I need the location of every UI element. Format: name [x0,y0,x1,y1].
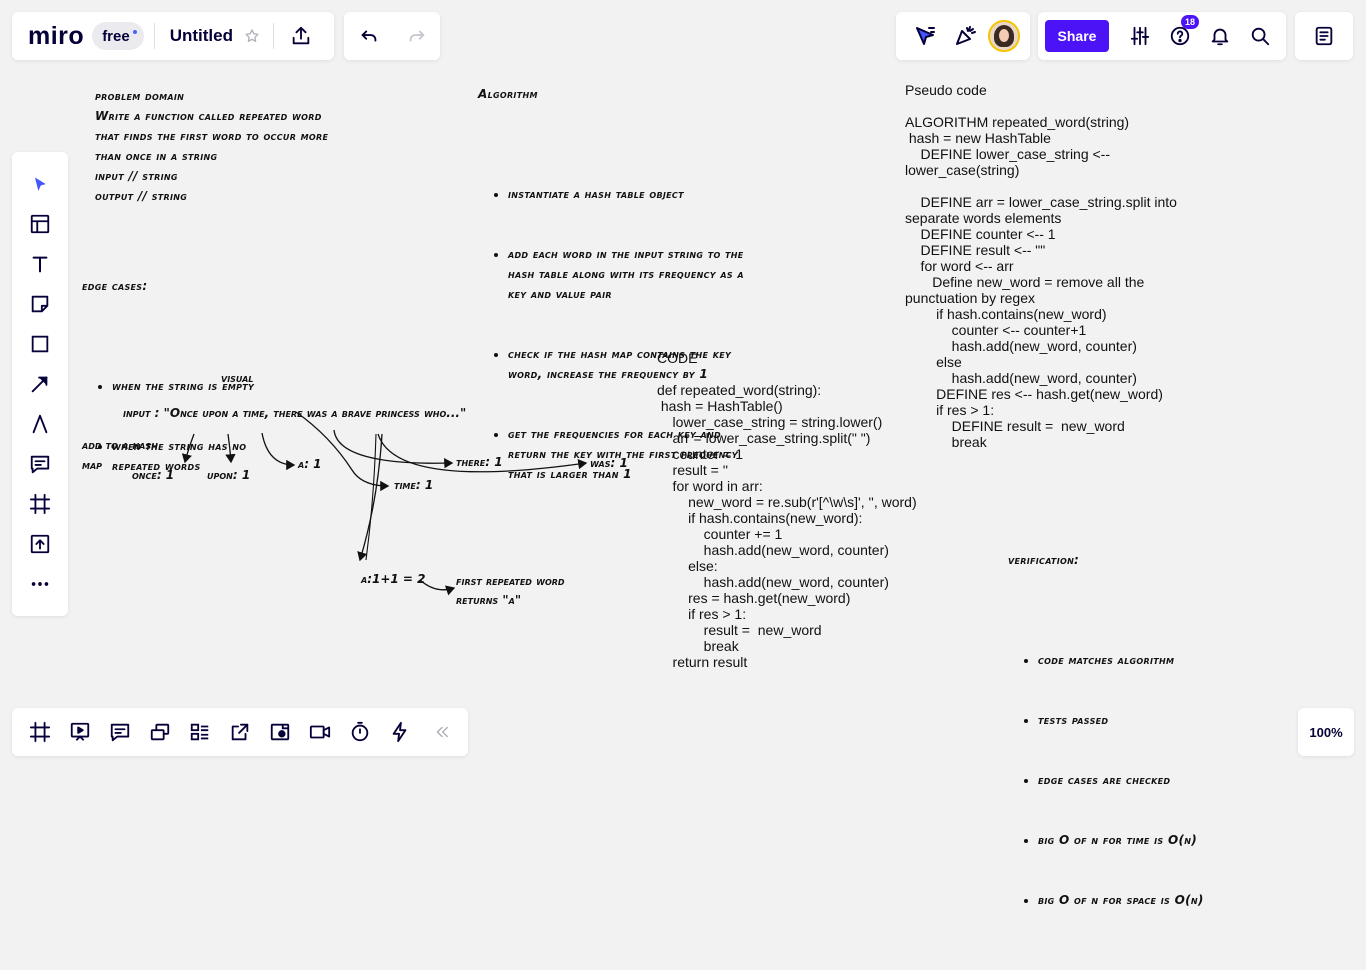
code-title: CODE [657,350,698,366]
verification-item: tests passed [1038,710,1204,730]
zoom-level: 100% [1309,724,1343,740]
problem-domain-title: problem domain [95,89,185,103]
problem-domain-line: that finds the first word to occur more [95,129,329,143]
hash-node: there: 1 [456,455,503,469]
arrow-repeat [357,433,383,562]
board-header: miro free Untitled [12,12,334,60]
bell-icon[interactable] [1207,23,1233,49]
bottom-toolbar [12,708,468,756]
connection-line-icon[interactable] [28,372,52,396]
board-menu-panel [1295,12,1353,60]
verification-item: big O of n for space is O(n) [1038,890,1204,910]
edge-cases-list: when the string is empty when the string… [82,336,254,516]
settings-sliders-icon[interactable] [1127,23,1153,49]
pen-tool-icon[interactable] [28,412,52,436]
upload-icon[interactable] [28,532,52,556]
edge-cases-title: edge cases: [82,279,148,293]
pseudo-code-body: ALGORITHM repeated_word(string) hash = n… [905,114,1177,450]
attention-cursor-icon[interactable] [912,23,938,49]
plan-badge-dot [132,30,137,34]
cards-icon[interactable] [188,720,212,744]
actions-panel: Share 18 [1038,12,1286,60]
visual-title: visual [221,371,254,385]
zoom-control[interactable]: 100% [1298,708,1354,756]
pseudo-code-title: Pseudo code [905,82,987,98]
plan-badge[interactable]: free [92,22,144,50]
verification-item: big O of n for time is O(n) [1038,830,1204,850]
left-toolbar [12,152,68,616]
problem-domain-line: input // string [95,169,178,183]
timer-icon[interactable] [348,720,372,744]
hash-node: upon: 1 [207,468,251,482]
code-body: def repeated_word(string): hash = HashTa… [657,382,917,670]
hash-node: time: 1 [394,478,434,492]
verification-item: edge cases are checked [1038,770,1204,790]
help-icon[interactable]: 18 [1167,15,1200,49]
templates-icon[interactable] [28,212,52,236]
comment-icon[interactable] [28,452,52,476]
user-avatar[interactable] [988,20,1020,52]
header-divider [153,23,155,49]
share-button[interactable]: Share [1045,20,1109,52]
notification-count-badge: 18 [1181,15,1200,29]
hash-node: was: 1 [590,456,628,470]
hash-node: once: 1 [132,468,175,482]
collaboration-panel [896,12,1030,60]
algorithm-title: Algorithm [478,87,538,101]
history-panel [344,12,440,60]
arrow-a [261,432,296,471]
redo-icon[interactable] [404,23,430,49]
arrow-there [333,429,454,469]
header-divider [273,23,274,49]
lightning-icon[interactable] [388,720,412,744]
board-title[interactable]: Untitled [170,26,233,46]
edge-cases-block: edge cases: when the string is empty whe… [82,236,254,536]
screen-share-icon[interactable] [268,720,292,744]
presentation-icon[interactable] [68,720,92,744]
problem-domain-line: output // string [95,189,188,203]
frame-icon[interactable] [28,492,52,516]
export-icon[interactable] [288,23,314,49]
more-tools-icon[interactable] [28,572,52,596]
video-camera-icon[interactable] [308,720,332,744]
visual-input: input : "Once upon a time, there was a b… [123,406,467,420]
algorithm-step: instantiate a hash table object [508,184,744,204]
shape-tool-icon[interactable] [28,332,52,356]
notes-icon[interactable] [1311,23,1337,49]
repeat-connector [365,433,377,561]
video-chat-icon[interactable] [148,720,172,744]
plan-badge-label: free [102,27,130,45]
text-tool-icon[interactable] [28,252,52,276]
share-button-label: Share [1057,28,1097,44]
collapse-chevron-icon[interactable] [430,720,454,744]
miro-logo[interactable]: miro [28,22,84,51]
algorithm-step: check if the hash map contains the key w… [508,344,744,384]
celebrate-icon[interactable] [952,23,978,49]
verification-list: code matches algorithm tests passed edge… [1008,610,1204,950]
verification-title: verification: [1008,553,1080,567]
visual-result: a:1+1 = 2 [361,572,426,586]
problem-domain-line: than once in a string [95,149,218,163]
undo-icon[interactable] [356,23,382,49]
sticky-note-icon[interactable] [28,292,52,316]
open-external-icon[interactable] [228,720,252,744]
search-icon[interactable] [1247,23,1273,49]
comments-list-icon[interactable] [108,720,132,744]
problem-domain-line: Write a function called repeated word [95,109,322,123]
verification-item: code matches algorithm [1038,650,1204,670]
verification-block: verification: code matches algorithm tes… [1008,510,1204,970]
hash-node: a: 1 [298,457,322,471]
avatar-face [999,29,1009,42]
select-cursor-icon[interactable] [28,173,52,197]
visual-result-note: first repeated word returns "a" [456,574,565,607]
star-icon[interactable] [243,27,261,45]
frames-icon[interactable] [28,720,52,744]
arrow-time [295,411,390,492]
algorithm-step: add each word in the input string to the… [508,244,744,304]
